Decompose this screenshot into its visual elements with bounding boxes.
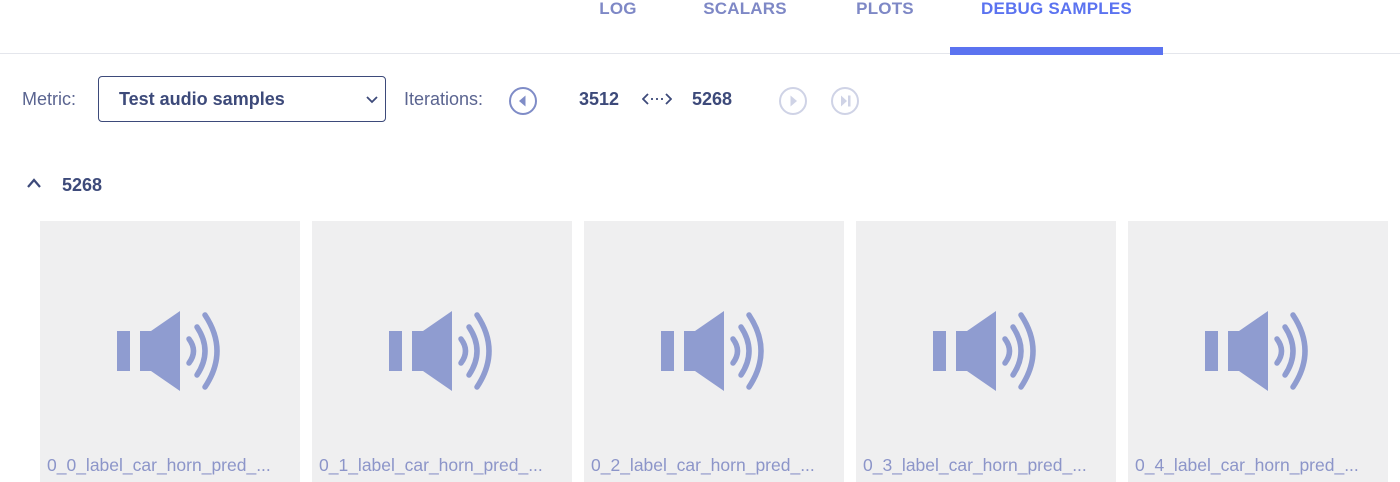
- debug-sample-card[interactable]: 0_1_label_car_horn_pred_...: [312, 221, 572, 482]
- sample-name: 0_4_label_car_horn_pred_...: [1135, 455, 1359, 475]
- speaker-icon: [661, 311, 764, 391]
- previous-icon[interactable]: [508, 86, 538, 116]
- debug-sample-card[interactable]: 0_2_label_car_horn_pred_...: [584, 221, 844, 482]
- tab-bar: LOG SCALARS PLOTS DEBUG SAMPLES: [0, 0, 1400, 55]
- debug-sample-card[interactable]: 0_4_label_car_horn_pred_...: [1128, 221, 1388, 482]
- metric-select[interactable]: Test audio samples: [98, 76, 386, 122]
- tab-log-label: LOG: [599, 0, 637, 18]
- tab-scalars[interactable]: SCALARS: [694, 0, 796, 54]
- iterations-label: Iterations:: [404, 89, 484, 109]
- sample-name: 0_2_label_car_horn_pred_...: [591, 455, 815, 475]
- tab-debug-samples-label: DEBUG SAMPLES: [981, 0, 1132, 18]
- iteration-end: 5268: [692, 89, 733, 109]
- chevron-up-icon: [27, 178, 41, 188]
- sample-name: 0_0_label_car_horn_pred_...: [47, 455, 271, 475]
- tab-debug-samples[interactable]: DEBUG SAMPLES: [950, 0, 1163, 55]
- debug-sample-card[interactable]: 0_3_label_car_horn_pred_...: [856, 221, 1116, 482]
- tab-plots[interactable]: PLOTS: [846, 0, 924, 54]
- tab-plots-label: PLOTS: [856, 0, 914, 18]
- last-icon[interactable]: [830, 86, 860, 116]
- tab-log[interactable]: LOG: [590, 0, 646, 54]
- iteration-group-header[interactable]: 5268: [24, 168, 224, 202]
- active-tab-indicator: [950, 47, 1163, 55]
- tab-scalars-label: SCALARS: [703, 0, 787, 18]
- next-icon[interactable]: [778, 86, 808, 116]
- metric-label: Metric:: [22, 89, 76, 109]
- sample-name: 0_1_label_car_horn_pred_...: [319, 455, 543, 475]
- speaker-icon: [933, 311, 1036, 391]
- iteration-group-title: 5268: [62, 175, 103, 195]
- sample-name: 0_3_label_car_horn_pred_...: [863, 455, 1087, 475]
- debug-sample-card[interactable]: 0_0_label_car_horn_pred_...: [40, 221, 300, 482]
- speaker-icon: [117, 311, 220, 391]
- speaker-icon: [389, 311, 492, 391]
- range-arrow-icon: [642, 93, 672, 105]
- speaker-icon: [1205, 311, 1308, 391]
- iteration-start: 3512: [579, 89, 620, 109]
- controls-bar: Metric: Test audio samples Iterations: 3…: [0, 76, 1400, 122]
- chevron-down-icon: [366, 96, 378, 104]
- metric-select-value: Test audio samples: [119, 89, 285, 109]
